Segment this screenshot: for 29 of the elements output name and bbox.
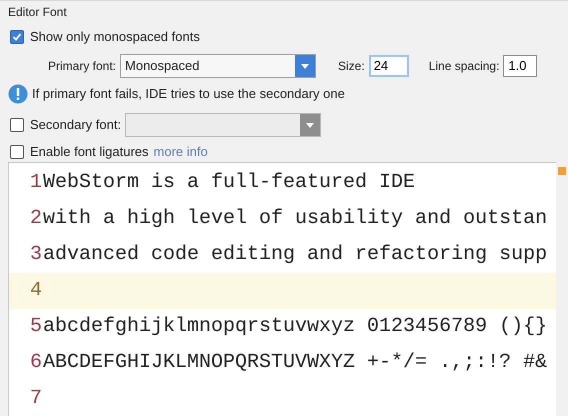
line-number: 3 <box>28 242 43 268</box>
line-number: 5 <box>28 314 43 340</box>
checkbox[interactable] <box>10 30 24 44</box>
info-text: If primary font fails, IDE tries to use the secondary one <box>32 85 345 104</box>
code-text: abcdefghijklmnopqrstuvwxyz 0123456789 (){} <box>43 314 548 340</box>
line-number: 4 <box>28 278 43 304</box>
field-label: Line spacing: <box>428 58 500 75</box>
code-text: WebStorm is a full-featured IDE <box>43 170 416 196</box>
checkbox-label: Enable font ligatures <box>30 143 149 162</box>
section-title: Editor Font <box>8 4 68 19</box>
primary-font-dropdown[interactable]: Monospaced <box>120 54 316 78</box>
code-text: ABCDEFGHIJKLMNOPQRSTUVWXYZ +-*/= .,;:!? #& <box>43 350 548 376</box>
marker-icon <box>558 167 566 175</box>
code-text: advanced code editing and refactoring supp <box>43 242 548 268</box>
line-number: 7 <box>28 386 43 412</box>
checkbox-label: Show only monospaced fonts <box>30 28 200 46</box>
more-info-link[interactable]: more info <box>154 142 208 162</box>
line-number: 1 <box>28 170 43 196</box>
checkmark-icon <box>12 32 22 42</box>
code-text: with a high level of usability and outstan <box>43 206 548 232</box>
line-spacing-field[interactable]: 1.0 <box>503 55 538 77</box>
checkbox-label: Secondary font: <box>30 116 122 134</box>
size-field[interactable]: 24 <box>368 55 409 77</box>
info-icon <box>8 84 28 104</box>
field-label: Size: <box>338 58 365 75</box>
line-number: 6 <box>28 350 43 376</box>
line-number: 2 <box>28 206 43 232</box>
field-label: Primary font: <box>48 58 116 75</box>
checkbox[interactable] <box>10 145 24 159</box>
